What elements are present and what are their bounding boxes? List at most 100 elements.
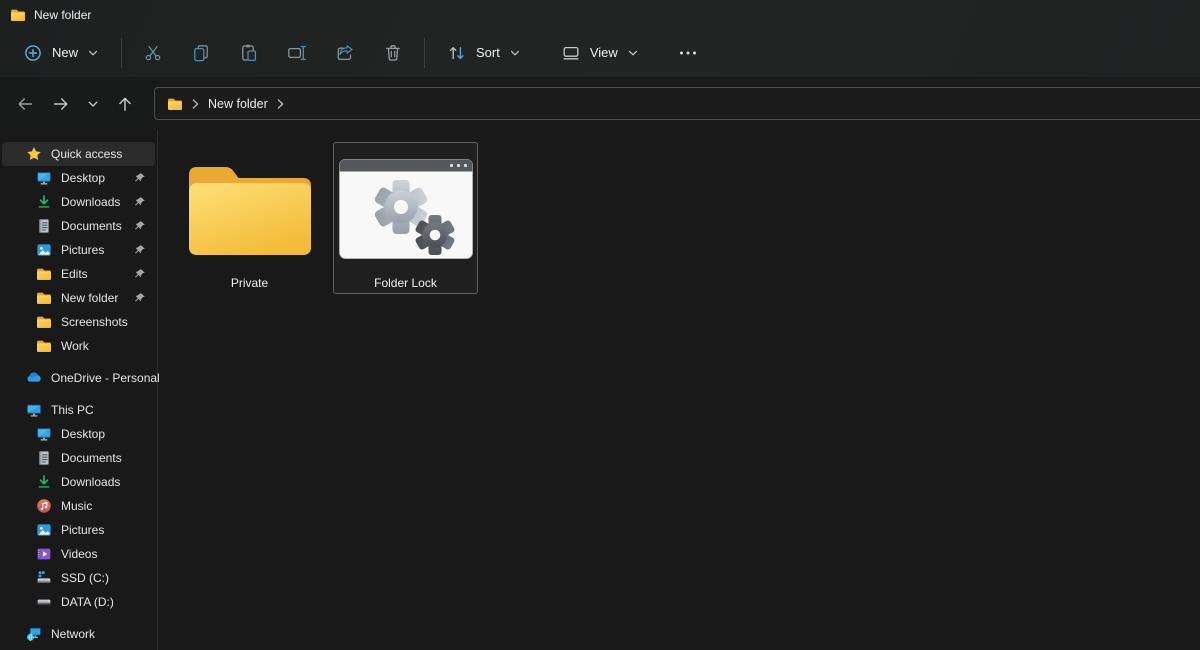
file-item-folder-lock[interactable]: Folder Lock [333, 142, 478, 294]
sidebar-item-label: Quick access [51, 147, 122, 161]
folder-icon [36, 338, 52, 354]
file-item-private[interactable]: Private [177, 142, 322, 294]
drive-windows-icon [36, 570, 52, 586]
sidebar-item-label: Pictures [61, 523, 104, 537]
sort-icon [447, 43, 467, 63]
sidebar-item-quick-access[interactable]: Quick access [2, 142, 155, 166]
desktop-icon [36, 426, 52, 442]
back-button[interactable] [8, 87, 42, 121]
music-icon [36, 498, 52, 514]
sidebar-item-label: DATA (D:) [61, 595, 114, 609]
sidebar-item-data-d[interactable]: DATA (D:) [2, 590, 155, 614]
share-button[interactable] [323, 35, 367, 71]
copy-button[interactable] [179, 35, 223, 71]
file-item-label: Folder Lock [374, 276, 437, 290]
breadcrumb-chevron-icon [277, 99, 284, 109]
paste-icon [239, 43, 259, 63]
view-icon [561, 43, 581, 63]
sidebar-item-documents[interactable]: Documents [2, 214, 155, 238]
sidebar-item-music[interactable]: Music [2, 494, 155, 518]
window-title: New folder [34, 8, 91, 22]
view-button[interactable]: View [548, 35, 652, 71]
folder-large-icon [189, 153, 311, 265]
sidebar-item-desktop[interactable]: Desktop [2, 166, 155, 190]
sidebar: Quick access Desktop Downloads Documents Pic… [0, 130, 158, 650]
rename-icon [287, 43, 307, 63]
pin-icon [133, 268, 146, 281]
breadcrumb-item-new-folder[interactable]: New folder [208, 97, 268, 111]
sidebar-item-downloads[interactable]: Downloads [2, 190, 155, 214]
folder-icon [10, 7, 26, 23]
toolbar-separator [424, 38, 425, 68]
sidebar-item-downloads[interactable]: Downloads [2, 470, 155, 494]
file-list: Private Folder Lock [158, 130, 1200, 650]
picture-icon [36, 242, 52, 258]
sidebar-item-label: Documents [61, 219, 122, 233]
sidebar-item-work[interactable]: Work [2, 334, 155, 358]
chevron-down-icon [627, 47, 639, 59]
breadcrumb-chevron-icon [192, 99, 199, 109]
computer-icon [26, 402, 42, 418]
copy-icon [191, 43, 211, 63]
sidebar-item-documents[interactable]: Documents [2, 446, 155, 470]
sidebar-item-label: Desktop [61, 171, 105, 185]
toolbar-separator [121, 38, 122, 68]
sidebar-item-videos[interactable]: Videos [2, 542, 155, 566]
sidebar-item-edits[interactable]: Edits [2, 262, 155, 286]
sidebar-section: This PC Desktop Documents DownloadsMusic Pic… [0, 398, 157, 614]
pin-icon [133, 244, 146, 257]
sidebar-section: OneDrive - Personal [0, 366, 157, 390]
delete-button[interactable] [371, 35, 415, 71]
sidebar-item-label: Network [51, 627, 95, 641]
forward-arrow-icon [51, 94, 71, 114]
sidebar-item-label: Videos [61, 547, 97, 561]
new-button[interactable]: New [10, 35, 112, 71]
desktop-icon [36, 170, 52, 186]
recent-locations-button[interactable] [80, 87, 106, 121]
sidebar-item-screenshots[interactable]: Screenshots [2, 310, 155, 334]
up-button[interactable] [108, 87, 142, 121]
document-icon [36, 450, 52, 466]
cut-icon [143, 43, 163, 63]
sidebar-item-pictures[interactable]: Pictures [2, 238, 155, 262]
sidebar-item-network[interactable]: Network [2, 622, 155, 646]
download-icon [36, 474, 52, 490]
file-explorer-window: New folder New Sort View [0, 0, 1200, 650]
chevron-down-icon [87, 47, 99, 59]
sidebar-item-pictures[interactable]: Pictures [2, 518, 155, 542]
view-button-label: View [590, 45, 618, 60]
video-icon [36, 546, 52, 562]
sort-button[interactable]: Sort [434, 35, 534, 71]
sidebar-item-new-folder[interactable]: New folder [2, 286, 155, 310]
forward-button[interactable] [44, 87, 78, 121]
cut-button[interactable] [131, 35, 175, 71]
toolbar: New Sort View [0, 28, 1200, 77]
sidebar-item-onedrive-personal[interactable]: OneDrive - Personal [2, 366, 155, 390]
sidebar-item-label: Work [61, 339, 89, 353]
sidebar-item-desktop[interactable]: Desktop [2, 422, 155, 446]
sidebar-item-label: SSD (C:) [61, 571, 109, 585]
toolbar-actions [131, 35, 415, 71]
address-bar[interactable]: New folder [154, 87, 1200, 120]
header-band: New folder New Sort View [0, 0, 1200, 77]
folder-icon [36, 314, 52, 330]
up-arrow-icon [115, 94, 135, 114]
sidebar-item-label: Downloads [61, 195, 120, 209]
navigation-bar: New folder [0, 77, 1200, 130]
drive-icon [36, 594, 52, 610]
sidebar-item-ssd-c[interactable]: SSD (C:) [2, 566, 155, 590]
rename-button[interactable] [275, 35, 319, 71]
main-area: Quick access Desktop Downloads Documents Pic… [0, 130, 1200, 650]
more-button[interactable] [666, 35, 710, 71]
onedrive-icon [26, 370, 42, 386]
sidebar-item-this-pc[interactable]: This PC [2, 398, 155, 422]
sort-button-label: Sort [476, 45, 500, 60]
sidebar-item-label: Pictures [61, 243, 104, 257]
delete-icon [383, 43, 403, 63]
pin-icon [133, 196, 146, 209]
paste-button[interactable] [227, 35, 271, 71]
sidebar-item-label: Desktop [61, 427, 105, 441]
sidebar-section: Network [0, 622, 157, 646]
sidebar-item-label: Documents [61, 451, 122, 465]
new-button-label: New [52, 45, 78, 60]
